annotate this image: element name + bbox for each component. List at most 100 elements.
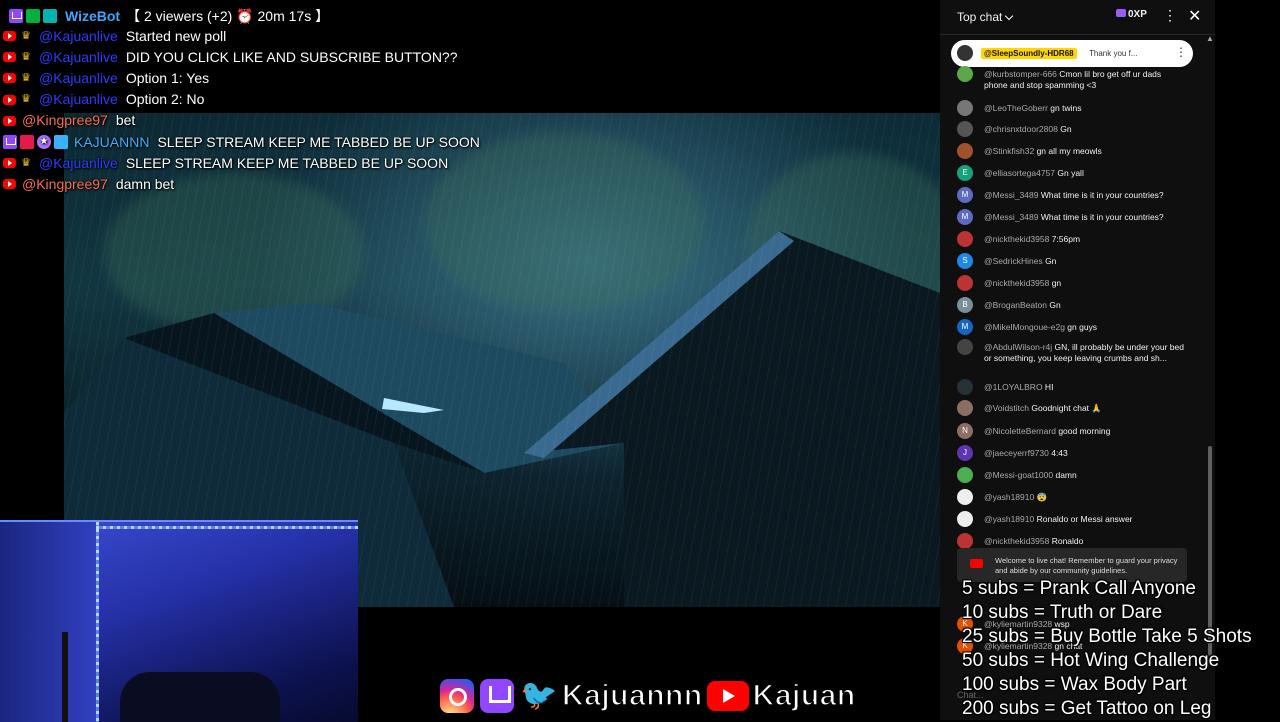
xp-badge[interactable]: 0XP: [1116, 9, 1147, 20]
chat-line: ♛ @Kajuanlive Option 2: No: [0, 89, 204, 110]
sub-goal: 5 subs = Prank Call Anyone: [962, 578, 1196, 599]
youtube-icon: [3, 115, 16, 126]
avatar: M: [957, 319, 973, 335]
chat-username[interactable]: @Stinkfish32: [984, 146, 1034, 156]
avatar: [957, 339, 973, 355]
youtube-icon: [706, 681, 749, 711]
top-chat-dropdown[interactable]: Top chat: [957, 10, 1014, 24]
chat-message-body: @NicoletteBernard good morning: [984, 426, 1184, 437]
pinned-message[interactable]: @SleepSoundly-HDR68 Thank you f... ⋮: [951, 40, 1193, 67]
chat-text: 4:43: [1048, 448, 1068, 458]
chat-message-body: @Voidstitch Goodnight chat 🙏: [984, 403, 1184, 414]
scroll-up-arrow-icon[interactable]: ▲: [1206, 34, 1214, 43]
chat-text: gn: [1049, 278, 1062, 288]
chat-message-body: @nickthekid3958 gn: [984, 278, 1184, 289]
led-strip: [96, 526, 358, 529]
chat-text: gn guys: [1064, 322, 1098, 332]
chat-text: Gn: [1046, 300, 1061, 310]
chat-text: gn twins: [1047, 103, 1082, 113]
check-icon: [26, 9, 40, 23]
avatar: M: [957, 209, 973, 225]
close-icon[interactable]: ✕: [1188, 6, 1201, 26]
chat-line: ♛ @Kajuanlive SLEEP STREAM KEEP ME TABBED …: [0, 152, 448, 173]
avatar: J: [957, 445, 973, 461]
led-strip: [96, 522, 99, 722]
chat-message-body: @yash18910 Ronaldo or Messi answer: [984, 514, 1184, 525]
chat-username: @Kingpree97: [22, 175, 108, 192]
sub-goal: 200 subs = Get Tattoo on Leg: [962, 698, 1212, 719]
avatar: [957, 400, 973, 416]
chat-text: good morning: [1055, 426, 1111, 436]
chat-line: @Kingpree97 damn bet: [0, 173, 174, 194]
chat-line: ♛ @Kajuanlive Option 1: Yes: [0, 67, 209, 88]
chat-message-body: @1LOYALBRO HI: [984, 382, 1184, 393]
chat-username[interactable]: @Voidstitch: [984, 403, 1029, 413]
chat-text: Gn: [1042, 256, 1057, 266]
chat-username[interactable]: @Messi_3489: [984, 212, 1038, 222]
chat-username[interactable]: @nickthekid3958: [984, 234, 1049, 244]
chat-message-body: @jaeceyerrf9730 4:43: [984, 448, 1184, 459]
chat-username[interactable]: @1LOYALBRO: [984, 382, 1043, 392]
twitch-icon: [480, 679, 514, 713]
chat-username[interactable]: @nickthekid3958: [984, 278, 1049, 288]
chat-message-body: @chrisnxtdoor2808 Gn: [984, 124, 1184, 135]
chevron-down-icon: [1005, 11, 1014, 21]
chat-username[interactable]: @yash18910: [984, 492, 1034, 502]
chat-message: DID YOU CLICK LIKE AND SUBSCRIBE BUTTON?…: [125, 48, 458, 65]
chat-username[interactable]: @AbdulWilson-r4j: [984, 342, 1052, 352]
viewer-count: 【 2 viewers (+2) ⏰ 20m 17s 】: [126, 8, 330, 24]
chat-message: damn bet: [115, 175, 175, 192]
chat-message-body: @nickthekid3958 7:56pm: [984, 234, 1184, 245]
chat-line: ♛ @Kajuanlive DID YOU CLICK LIKE AND SUBSC…: [0, 46, 458, 67]
more-vert-icon[interactable]: ⋮: [1163, 8, 1177, 22]
star-icon: ★: [37, 134, 51, 149]
chat-text: What time is it in your countries?: [1038, 212, 1164, 222]
chat-username[interactable]: @jaeceyerrf9730: [984, 448, 1049, 458]
twitch-username: Kajuannn: [561, 678, 703, 713]
chat-username[interactable]: @Messi-goat1000: [984, 470, 1053, 480]
chat-message-body: @Messi_3489 What time is it in your coun…: [984, 212, 1184, 223]
chat-username[interactable]: @SedrickHines: [984, 256, 1043, 266]
chat-username[interactable]: @chrisnxtdoor2808: [984, 124, 1058, 134]
chat-line: ★ KAJUANNN SLEEP STREAM KEEP ME TABBED BE …: [0, 131, 480, 152]
chat-username: @Kajuanlive: [39, 48, 118, 65]
chat-username: @Kajuanlive: [39, 27, 118, 44]
more-vert-icon[interactable]: ⋮: [1175, 45, 1187, 59]
avatar: [957, 275, 973, 291]
chat-username: @Kajuanlive: [39, 154, 118, 171]
chat-username[interactable]: @LeoTheGoberr: [984, 103, 1048, 113]
chat-username: KAJUANNN: [74, 133, 150, 150]
chat-username[interactable]: @NicoletteBernard: [984, 426, 1056, 436]
socials-banner: 🐦 Kajuannn Kajuan: [440, 676, 856, 716]
chat-username: @Kingpree97: [22, 112, 108, 129]
avatar: N: [957, 423, 973, 439]
avatar: [957, 66, 973, 82]
avatar: E: [957, 165, 973, 181]
bot-name: WizeBot: [65, 8, 121, 24]
chat-message-body: @yash18910 😨: [984, 492, 1184, 503]
chat-message-body: @nickthekid3958 Ronaldo: [984, 536, 1184, 547]
chat-username[interactable]: @MikelMongoue-e2g: [984, 322, 1065, 332]
chat-message-body: @Messi-goat1000 damn: [984, 470, 1184, 481]
chat-username[interactable]: @Messi_3489: [984, 190, 1038, 200]
sub-goal: 25 subs = Buy Bottle Take 5 Shots: [962, 626, 1252, 647]
chat-username[interactable]: @kurbstomper-666: [984, 69, 1057, 79]
chat-username[interactable]: @BroganBeaton: [984, 300, 1047, 310]
webcam-feed: [0, 520, 358, 722]
pinned-text: Thank you f...: [1089, 49, 1138, 58]
crown-icon: ♛: [21, 93, 31, 106]
chat-message-body: @kurbstomper-666 Cmon lil bro get off ur…: [984, 69, 1184, 91]
chat-message-body: @Messi_3489 What time is it in your coun…: [984, 190, 1184, 201]
youtube-icon: [3, 179, 16, 190]
chat-username[interactable]: @nickthekid3958: [984, 536, 1049, 546]
crown-icon: ♛: [21, 156, 31, 169]
chat-username[interactable]: @elliasortega4757: [984, 168, 1055, 178]
chat-username[interactable]: @yash18910: [984, 514, 1034, 524]
xp-value: 0XP: [1128, 9, 1147, 20]
verified-icon: [54, 134, 68, 149]
chat-text: 7:56pm: [1049, 234, 1081, 244]
welcome-text: Welcome to live chat! Remember to guard …: [995, 556, 1178, 575]
twitch-icon: [3, 134, 17, 149]
tripod: [62, 632, 68, 722]
avatar: M: [957, 187, 973, 203]
